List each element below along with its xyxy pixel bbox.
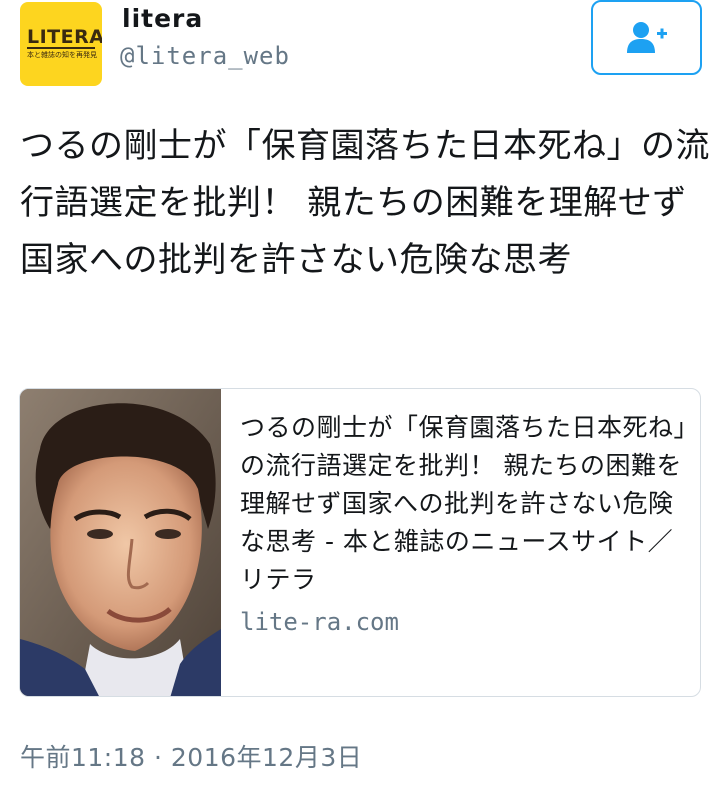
avatar-logo-text: LITERA bbox=[27, 26, 102, 48]
author-display-name[interactable]: litera bbox=[122, 4, 203, 33]
follow-user-plus-icon bbox=[626, 21, 667, 53]
tweet-timestamp[interactable]: 午前11:18 · 2016年12月3日 bbox=[20, 738, 362, 774]
follow-button[interactable] bbox=[591, 0, 702, 75]
author-screen-name[interactable]: @litera_web bbox=[120, 42, 290, 70]
author-avatar[interactable]: LITERA 本と雑誌の知を再発見 bbox=[20, 2, 102, 86]
card-domain: lite-ra.com bbox=[240, 608, 399, 636]
card-title: つるの剛士が「保育園落ちた日本死ね」の流行語選定を批判！ 親たちの困難を理解せず… bbox=[240, 413, 687, 594]
tweet-text: つるの剛士が「保育園落ちた日本死ね」の流行語選定を批判！ 親たちの困難を理解せず… bbox=[20, 126, 710, 280]
link-card[interactable]: つるの剛士が「保育園落ちた日本死ね」の流行語選定を批判！ 親たちの困難を理解せず… bbox=[19, 388, 701, 697]
card-body: つるの剛士が「保育園落ちた日本死ね」の流行語選定を批判！ 親たちの困難を理解せず… bbox=[240, 409, 690, 640]
avatar-logo-underline bbox=[27, 47, 95, 49]
card-thumbnail bbox=[20, 389, 221, 696]
avatar-logo-tagline: 本と雑誌の知を再発見 bbox=[27, 51, 97, 59]
